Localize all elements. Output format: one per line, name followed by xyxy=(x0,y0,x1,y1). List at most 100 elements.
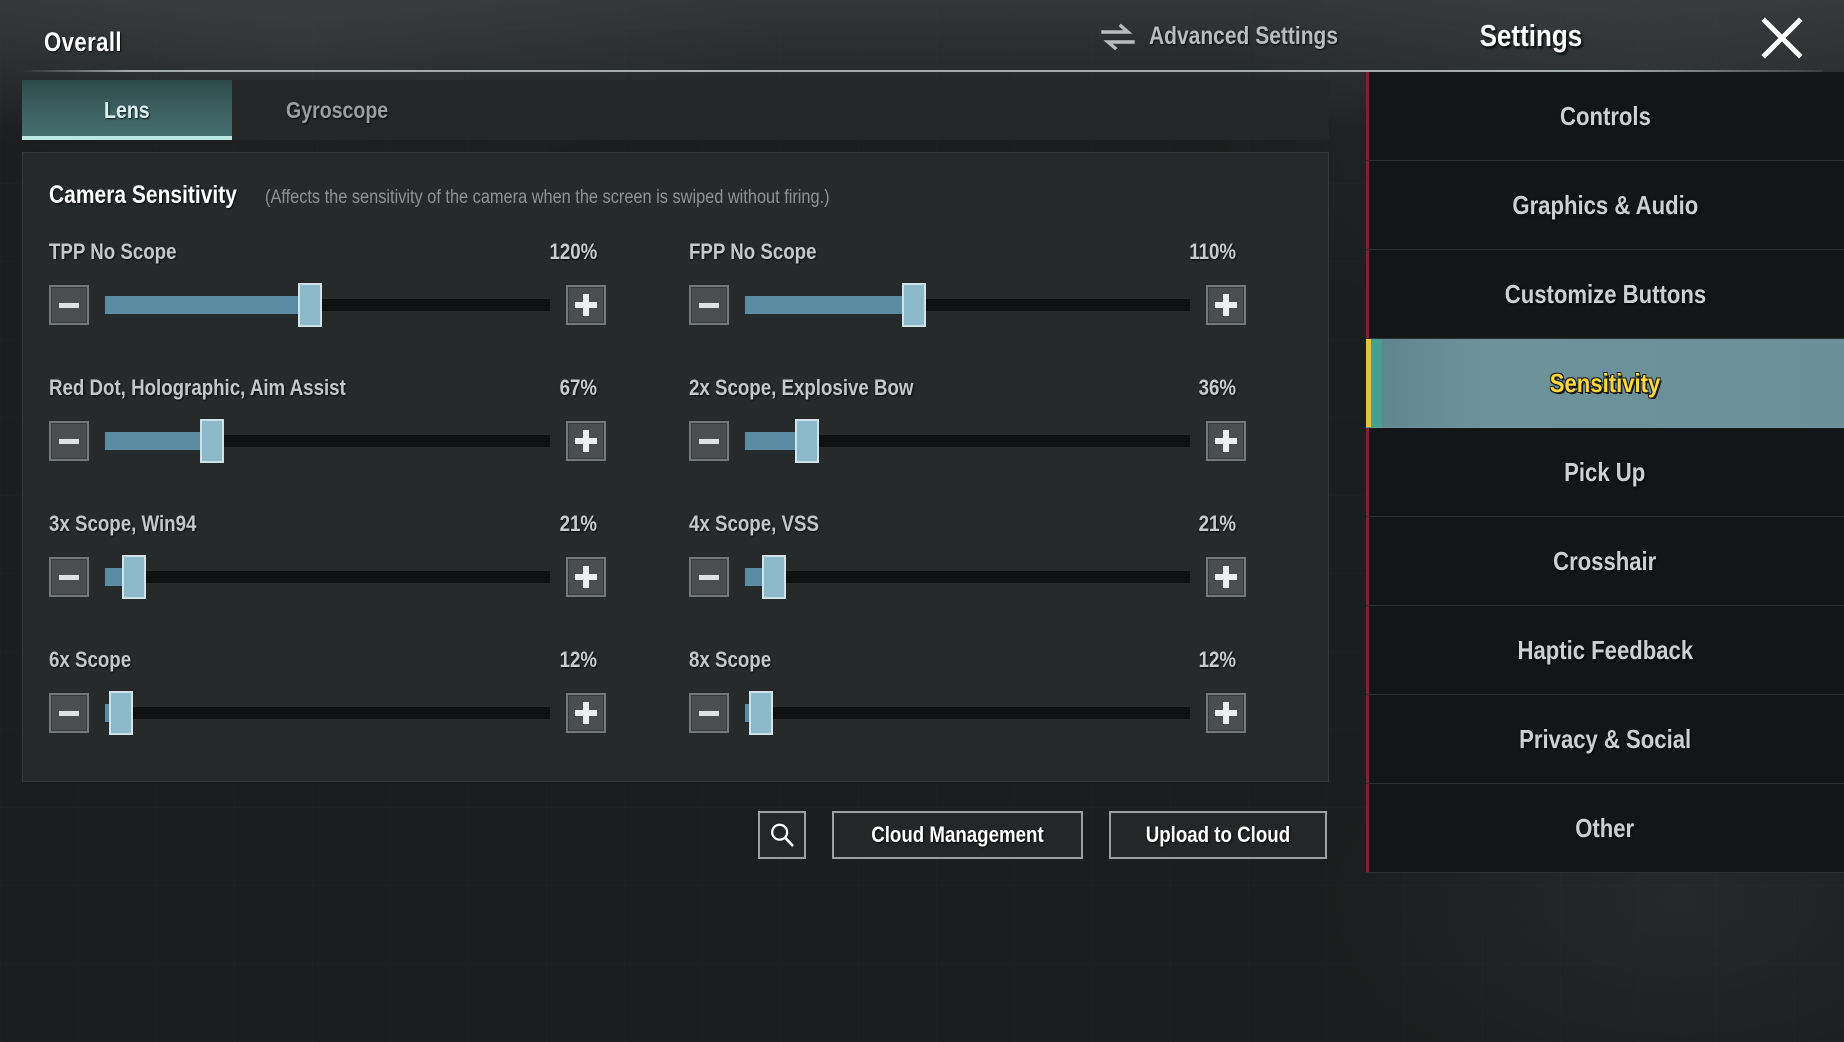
tab-gyroscope[interactable]: Gyroscope xyxy=(232,80,442,140)
slider-rail xyxy=(105,571,550,583)
slider-value: 21% xyxy=(559,511,597,536)
slider-fill xyxy=(105,296,310,314)
minus-icon xyxy=(699,710,719,716)
slider-track[interactable] xyxy=(105,691,550,735)
sidebar-item-customize-buttons[interactable]: Customize Buttons xyxy=(1366,250,1844,339)
slider-fill xyxy=(105,432,212,450)
search-button[interactable] xyxy=(758,811,807,859)
cloud-management-button[interactable]: Cloud Management xyxy=(832,811,1084,859)
increase-button[interactable] xyxy=(1206,693,1246,733)
upload-to-cloud-label: Upload to Cloud xyxy=(1145,822,1291,847)
cloud-management-label: Cloud Management xyxy=(871,822,1044,847)
minus-icon xyxy=(59,438,79,444)
panel-footer: Cloud Management Upload to Cloud xyxy=(22,798,1329,872)
slider-rail xyxy=(745,707,1190,719)
plus-icon xyxy=(575,702,597,724)
sidebar-item-label: Customize Buttons xyxy=(1504,278,1706,309)
sidebar-item-label: Privacy & Social xyxy=(1519,723,1691,754)
plus-icon xyxy=(575,430,597,452)
settings-sidebar: Controls Graphics & Audio Customize Butt… xyxy=(1366,72,1844,1042)
increase-button[interactable] xyxy=(566,693,606,733)
slider-rail xyxy=(745,571,1190,583)
slider-knob[interactable] xyxy=(748,691,773,735)
decrease-button[interactable] xyxy=(689,285,729,325)
slider-track[interactable] xyxy=(745,691,1190,735)
plus-icon xyxy=(575,294,597,316)
sidebar-item-graphics-audio[interactable]: Graphics & Audio xyxy=(1366,161,1844,250)
slider-value: 21% xyxy=(1198,511,1236,536)
search-icon xyxy=(771,823,794,847)
decrease-button[interactable] xyxy=(49,557,89,597)
swap-arrows-icon xyxy=(1101,23,1135,50)
upload-to-cloud-button[interactable]: Upload to Cloud xyxy=(1109,811,1327,859)
increase-button[interactable] xyxy=(1206,421,1246,461)
advanced-settings-label: Advanced Settings xyxy=(1148,22,1338,50)
slider-row-8x-scope: 8x Scope 12% xyxy=(689,647,1304,783)
increase-button[interactable] xyxy=(1206,557,1246,597)
sidebar-item-label: Sensitivity xyxy=(1549,367,1661,398)
increase-button[interactable] xyxy=(566,421,606,461)
increase-button[interactable] xyxy=(566,285,606,325)
sidebar-item-crosshair[interactable]: Crosshair xyxy=(1366,517,1844,606)
sidebar-item-controls[interactable]: Controls xyxy=(1366,72,1844,161)
slider-value: 67% xyxy=(559,375,597,400)
section-description: (Affects the sensitivity of the camera w… xyxy=(264,187,830,208)
slider-knob[interactable] xyxy=(795,419,820,463)
sidebar-item-haptic-feedback[interactable]: Haptic Feedback xyxy=(1366,606,1844,695)
slider-knob[interactable] xyxy=(902,283,927,327)
slider-track[interactable] xyxy=(105,555,550,599)
slider-track[interactable] xyxy=(105,283,550,327)
sidebar-item-label: Pick Up xyxy=(1564,456,1646,487)
decrease-button[interactable] xyxy=(689,421,729,461)
plus-icon xyxy=(1215,566,1237,588)
sidebar-item-label: Controls xyxy=(1559,100,1651,131)
plus-icon xyxy=(575,566,597,588)
tab-lens[interactable]: Lens xyxy=(22,80,232,140)
slider-value: 110% xyxy=(1189,239,1236,264)
settings-screen: Overall Advanced Settings Settings Lens … xyxy=(0,0,1844,1042)
slider-knob[interactable] xyxy=(297,283,322,327)
decrease-button[interactable] xyxy=(689,693,729,733)
sidebar-item-label: Graphics & Audio xyxy=(1512,189,1698,220)
slider-row-3x-scope: 3x Scope, Win94 21% xyxy=(49,511,689,647)
page-title: Overall xyxy=(44,27,122,57)
slider-knob[interactable] xyxy=(761,555,786,599)
sidebar-item-other[interactable]: Other xyxy=(1366,784,1844,873)
close-button[interactable] xyxy=(1758,14,1806,62)
slider-label: 2x Scope, Explosive Bow xyxy=(689,375,914,400)
slider-row-2x-scope: 2x Scope, Explosive Bow 36% xyxy=(689,375,1304,511)
minus-icon xyxy=(59,302,79,308)
plus-icon xyxy=(1215,430,1237,452)
slider-label: 4x Scope, VSS xyxy=(689,511,819,536)
section-header: Camera Sensitivity (Affects the sensitiv… xyxy=(49,181,921,210)
decrease-button[interactable] xyxy=(49,285,89,325)
lens-gyroscope-tabs: Lens Gyroscope xyxy=(22,80,1329,140)
slider-label: TPP No Scope xyxy=(49,239,177,264)
minus-icon xyxy=(699,302,719,308)
slider-track[interactable] xyxy=(745,419,1190,463)
slider-row-6x-scope: 6x Scope 12% xyxy=(49,647,689,783)
slider-track[interactable] xyxy=(745,283,1190,327)
sidebar-item-label: Other xyxy=(1575,812,1635,843)
decrease-button[interactable] xyxy=(689,557,729,597)
decrease-button[interactable] xyxy=(49,421,89,461)
slider-value: 36% xyxy=(1198,375,1236,400)
advanced-settings-button[interactable]: Advanced Settings xyxy=(1101,22,1374,51)
slider-track[interactable] xyxy=(745,555,1190,599)
slider-knob[interactable] xyxy=(108,691,133,735)
slider-value: 12% xyxy=(559,647,597,672)
slider-track[interactable] xyxy=(105,419,550,463)
plus-icon xyxy=(1215,294,1237,316)
increase-button[interactable] xyxy=(566,557,606,597)
slider-knob[interactable] xyxy=(199,419,224,463)
sidebar-item-pick-up[interactable]: Pick Up xyxy=(1366,428,1844,517)
camera-sensitivity-panel: Camera Sensitivity (Affects the sensitiv… xyxy=(22,152,1329,782)
sidebar-item-sensitivity[interactable]: Sensitivity xyxy=(1366,339,1844,428)
increase-button[interactable] xyxy=(1206,285,1246,325)
sidebar-item-privacy-social[interactable]: Privacy & Social xyxy=(1366,695,1844,784)
decrease-button[interactable] xyxy=(49,693,89,733)
plus-icon xyxy=(1215,702,1237,724)
sidebar-item-label: Crosshair xyxy=(1553,545,1657,576)
slider-knob[interactable] xyxy=(121,555,146,599)
settings-title: Settings xyxy=(1479,18,1582,53)
